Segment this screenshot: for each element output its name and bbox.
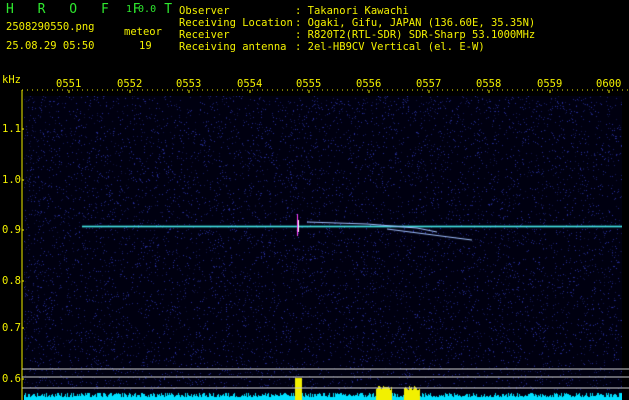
level-reference-lines [22, 368, 629, 389]
hrofft-window: H R O F F T 1.0.0 2508290550.png 25.08.2… [0, 0, 629, 400]
